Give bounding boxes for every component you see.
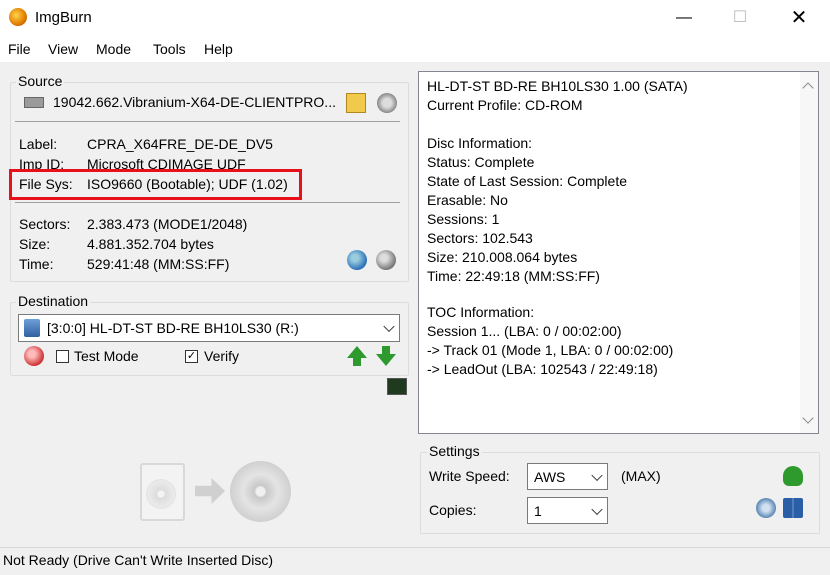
info-line: Size: 210.008.064 bytes [427, 249, 578, 265]
info-line: -> Track 01 (Mode 1, LBA: 0 / 00:02:00) [427, 342, 674, 358]
label-key: Label: [19, 136, 58, 152]
disc-image-file-icon [24, 97, 44, 108]
menu-mode[interactable]: Mode [96, 41, 131, 57]
test-mode-label[interactable]: Test Mode [74, 348, 139, 364]
info-line: Sectors: 102.543 [427, 230, 533, 246]
info-line: TOC Information: [427, 304, 535, 320]
close-button[interactable]: ✕ [776, 0, 822, 36]
run-man-icon[interactable] [783, 466, 803, 486]
arrow-right-icon [195, 478, 225, 504]
highlight-box [9, 169, 302, 200]
size-key: Size: [19, 236, 51, 252]
chevron-down-icon [383, 320, 395, 333]
copies-value: 1 [534, 503, 542, 519]
info-refresh-icon[interactable] [376, 250, 396, 270]
menu-tools[interactable]: Tools [153, 41, 186, 57]
menu-file[interactable]: File [8, 41, 31, 57]
chevron-down-icon [591, 469, 603, 481]
verify-checkbox[interactable]: ✓ [185, 350, 198, 363]
info-line: Time: 22:49:18 (MM:SS:FF) [427, 268, 600, 284]
scroll-down-icon[interactable] [802, 412, 814, 424]
source-divider [15, 121, 400, 122]
drive-info-panel[interactable]: HL-DT-ST BD-RE BH10LS30 1.00 (SATA) Curr… [418, 71, 819, 434]
source-divider-2 [15, 202, 400, 203]
time-value: 529:41:48 (MM:SS:FF) [87, 256, 230, 272]
settings-gear-icon[interactable] [756, 498, 776, 518]
info-line: HL-DT-ST BD-RE BH10LS30 1.00 (SATA) [427, 78, 688, 94]
log-window-icon[interactable] [387, 378, 407, 395]
verify-label[interactable]: Verify [204, 348, 239, 364]
test-mode-checkbox[interactable] [56, 350, 69, 363]
write-disc-button[interactable] [230, 461, 291, 522]
calculate-icon[interactable] [347, 250, 367, 270]
source-path[interactable]: 19042.662.Vibranium-X64-DE-CLIENTPRO... [53, 94, 336, 110]
scrollbar[interactable] [800, 72, 818, 433]
sectors-key: Sectors: [19, 216, 71, 232]
info-line: Disc Information: [427, 135, 533, 151]
info-line: Status: Complete [427, 154, 535, 170]
info-line: Session 1... (LBA: 0 / 00:02:00) [427, 323, 622, 339]
erase-disc-icon[interactable] [24, 346, 44, 366]
browse-drive-icon[interactable] [377, 93, 397, 113]
source-legend: Source [16, 73, 65, 89]
info-line: Erasable: No [427, 192, 508, 208]
book-icon[interactable] [783, 498, 803, 518]
copies-select[interactable]: 1 [527, 497, 608, 524]
write-speed-note: (MAX) [621, 468, 661, 484]
destination-drive-select[interactable]: [3:0:0] HL-DT-ST BD-RE BH10LS30 (R:) [18, 314, 400, 342]
settings-legend: Settings [427, 443, 482, 459]
info-line: Current Profile: CD-ROM [427, 97, 583, 113]
time-key: Time: [19, 256, 54, 272]
status-text: Not Ready (Drive Can't Write Inserted Di… [3, 552, 274, 568]
copies-label: Copies: [429, 502, 477, 518]
menu-view[interactable]: View [48, 41, 78, 57]
info-line: -> LeadOut (LBA: 102543 / 22:49:18) [427, 361, 658, 377]
label-value: CPRA_X64FRE_DE-DE_DV5 [87, 136, 273, 152]
settings-group [420, 452, 820, 534]
chevron-down-icon [591, 503, 603, 515]
size-value: 4.881.352.704 bytes [87, 236, 214, 252]
destination-legend: Destination [16, 293, 91, 309]
write-speed-label: Write Speed: [429, 468, 510, 484]
minimize-button[interactable]: — [661, 0, 707, 36]
write-speed-value: AWS [534, 469, 566, 485]
imgburn-logo-icon [9, 8, 27, 26]
drive-icon [24, 319, 40, 337]
window-title: ImgBurn [35, 9, 92, 26]
destination-drive-text: [3:0:0] HL-DT-ST BD-RE BH10LS30 (R:) [47, 320, 299, 336]
maximize-button[interactable]: ☐ [717, 0, 763, 36]
browse-file-icon[interactable] [346, 93, 366, 113]
menu-help[interactable]: Help [204, 41, 233, 57]
write-speed-select[interactable]: AWS [527, 463, 608, 490]
info-line: State of Last Session: Complete [427, 173, 627, 189]
scroll-up-icon[interactable] [802, 82, 814, 94]
info-line: Sessions: 1 [427, 211, 500, 227]
image-file-icon [140, 463, 185, 521]
disc-in-file-icon [146, 479, 176, 509]
sectors-value: 2.383.473 (MODE1/2048) [87, 216, 248, 232]
